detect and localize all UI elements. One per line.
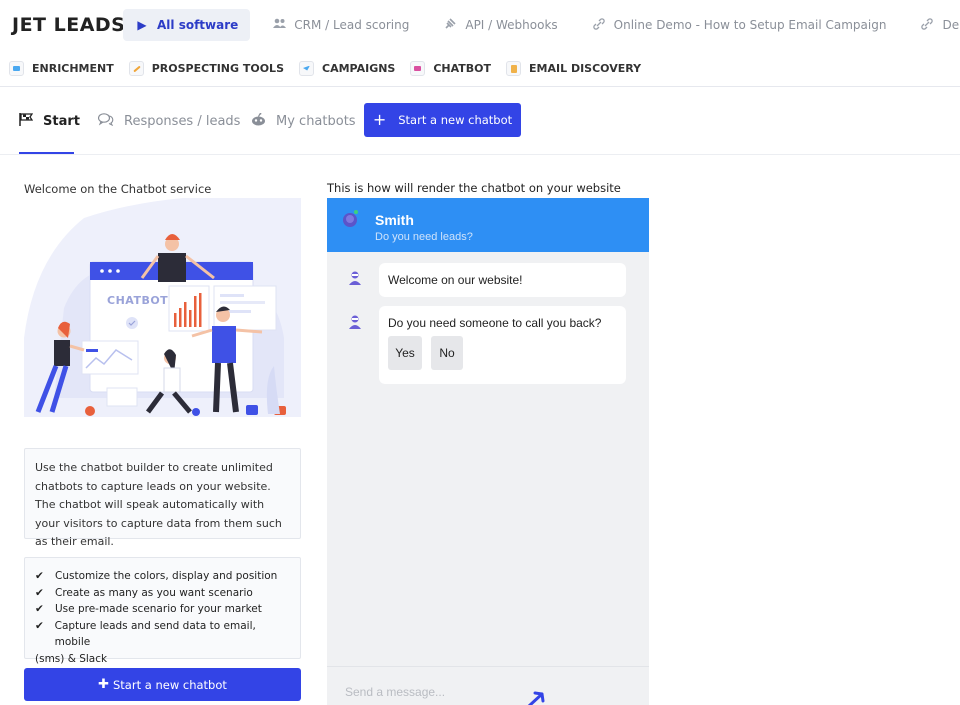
nav-label: CRM / Lead scoring [294, 18, 410, 32]
nav-demo-create[interactable]: Demo - How to Create [908, 9, 960, 41]
list-item: ✔ Use pre-made scenario for your market [35, 601, 290, 618]
subnav-label: PROSPECTING TOOLS [151, 61, 284, 75]
nav-label: API / Webhooks [465, 18, 558, 32]
document-icon [506, 60, 522, 76]
subnav-label: CAMPAIGNS [322, 61, 396, 75]
chatbot-info-box: Use the chatbot builder to create unlimi… [24, 448, 301, 548]
active-tab-indicator [19, 152, 74, 154]
bot-question-message: Do you need someone to call you back? Ye… [379, 306, 626, 384]
chat-input-divider [327, 666, 649, 667]
button-label: Start a new chatbot [398, 113, 513, 127]
bot-message-icon [349, 315, 361, 329]
check-icon: ✔ [35, 603, 44, 615]
button-label: Start a new chatbot [113, 677, 227, 692]
tab-label: Start [43, 113, 80, 129]
feature-text: Create as many as you want scenario [55, 586, 253, 599]
start-new-chatbot-button[interactable]: + Start a new chatbot [364, 103, 521, 137]
bot-avatar-icon [343, 210, 358, 227]
check-icon: ✔ [35, 586, 44, 599]
feature-text-continued: (sms) & Slack [35, 652, 108, 665]
tab-label: My chatbots [276, 113, 356, 129]
tab-start[interactable]: Start [19, 88, 80, 154]
chat-header: Smith Do you need leads? [327, 198, 649, 252]
feature-text: Customize the colors, display and positi… [55, 570, 278, 582]
subnav-email-discovery[interactable]: EMAIL DISCOVERY [506, 60, 642, 76]
subnav-enrichment[interactable]: ENRICHMENT [9, 60, 114, 76]
illustration-chatbot-label: CHATBOT [107, 294, 168, 307]
list-item: ✔ Customize the colors, display and posi… [35, 568, 290, 585]
category-navigation: ENRICHMENT PROSPECTING TOOLS CAMPAIGNS C… [0, 50, 960, 87]
send-icon[interactable] [527, 688, 557, 705]
start-new-chatbot-bottom-button[interactable]: ✚ Start a new chatbot [24, 668, 301, 701]
feature-text: Use pre-made scenario for your market [55, 603, 262, 615]
bot-subtitle: Do you need leads? [375, 231, 473, 243]
nav-label: Online Demo - How to Setup Email Campaig… [613, 18, 887, 32]
flag-icon [19, 112, 34, 130]
tab-responses-leads[interactable]: Responses / leads [97, 88, 241, 154]
bot-name: Smith [375, 212, 414, 228]
wand-icon [128, 60, 144, 76]
subnav-label: EMAIL DISCOVERY [529, 61, 642, 75]
nav-crm-lead-scoring[interactable]: CRM / Lead scoring [260, 9, 421, 41]
list-item: ✔ Create as many as you want scenario [35, 585, 290, 602]
tab-my-chatbots[interactable]: My chatbots [251, 88, 356, 154]
subnav-label: ENRICHMENT [32, 61, 114, 75]
question-text: Do you need someone to call you back? [388, 316, 602, 330]
chat-icon [410, 60, 426, 76]
tab-label: Responses / leads [124, 113, 241, 129]
no-option-button[interactable]: No [431, 336, 463, 370]
feature-list: ✔ Customize the colors, display and posi… [24, 557, 301, 665]
paper-plane-icon [299, 60, 314, 76]
chatbot-preview: Smith Do you need leads? Welcome on our … [327, 198, 649, 705]
chatbot-tabs: Start Responses / leads My chatbots + St… [0, 88, 960, 155]
bot-message: Welcome on our website! [379, 263, 626, 297]
users-icon [272, 18, 286, 32]
plug-icon [443, 17, 457, 33]
subnav-label: CHATBOT [433, 61, 492, 75]
subnav-chatbot[interactable]: CHATBOT [410, 60, 492, 76]
list-item: ✔ Capture leads and send data to email, … [35, 618, 290, 651]
yes-option-button[interactable]: Yes [388, 336, 422, 370]
nav-all-software[interactable]: ▶ All software [123, 9, 251, 41]
nav-label: Demo - How to Create [942, 18, 960, 32]
preview-caption: This is how will render the chatbot on y… [327, 181, 621, 195]
app-logo[interactable]: JET LEADS [0, 14, 125, 36]
welcome-heading: Welcome on the Chatbot service [24, 182, 212, 196]
link-icon [592, 17, 606, 33]
plus-icon: + [372, 110, 387, 129]
check-icon: ✔ [35, 619, 44, 632]
subnav-campaigns[interactable]: CAMPAIGNS [299, 60, 396, 76]
chat-message-input[interactable]: Send a message... [345, 685, 445, 699]
comments-icon [97, 112, 114, 130]
nav-label: All software [157, 18, 239, 32]
top-navigation: JET LEADS ▶ All software CRM / Lead scor… [0, 0, 960, 50]
nav-online-demo-email[interactable]: Online Demo - How to Setup Email Campaig… [580, 9, 899, 41]
link-icon [920, 17, 934, 33]
bot-message-icon [349, 271, 361, 285]
check-icon: ✔ [35, 570, 44, 582]
subnav-prospecting-tools[interactable]: PROSPECTING TOOLS [128, 60, 284, 76]
enrichment-icon [9, 60, 24, 76]
chatbot-illustration: CHATBOT [24, 198, 301, 417]
play-icon: ▶ [137, 18, 147, 32]
robot-icon [251, 112, 266, 130]
nav-api-webhooks[interactable]: API / Webhooks [431, 9, 569, 41]
feature-text: Capture leads and send data to email, mo… [54, 619, 256, 649]
plus-icon: ✚ [98, 677, 109, 692]
